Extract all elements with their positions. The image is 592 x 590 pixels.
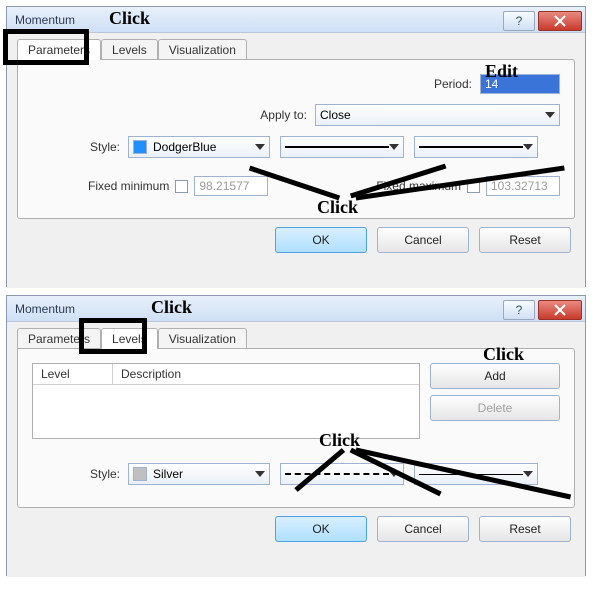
- momentum-dialog-levels: Momentum Click Click Click Parameters Le…: [6, 295, 586, 576]
- apply-to-select[interactable]: Close: [315, 104, 560, 126]
- apply-to-value: Close: [320, 108, 351, 122]
- dialog-title: Momentum: [15, 302, 503, 316]
- delete-button[interactable]: Delete: [430, 395, 560, 421]
- tab-visualization[interactable]: Visualization: [158, 39, 247, 60]
- dialog-buttons: OK Cancel Reset: [17, 219, 575, 257]
- momentum-dialog-parameters: Momentum Click Edit Click Parameters Lev…: [6, 6, 586, 287]
- tabstrip: Parameters Levels Visualization: [17, 39, 575, 60]
- line-width-select[interactable]: [414, 463, 538, 485]
- line-width-preview: [419, 474, 523, 475]
- line-width-select[interactable]: [414, 136, 538, 158]
- fixed-maximum-input[interactable]: [486, 176, 560, 196]
- fixed-minimum-label: Fixed minimum: [88, 179, 169, 193]
- chevron-down-icon: [389, 144, 399, 150]
- col-description: Description: [113, 364, 419, 384]
- help-button[interactable]: [503, 11, 535, 31]
- fixed-maximum-label: Fixed maximum: [376, 179, 461, 193]
- tab-levels[interactable]: Levels: [101, 39, 158, 60]
- color-swatch: [133, 467, 147, 481]
- style-color-select[interactable]: Silver: [128, 463, 270, 485]
- reset-button[interactable]: Reset: [479, 227, 571, 253]
- chevron-down-icon: [523, 471, 533, 477]
- ok-button[interactable]: OK: [275, 227, 367, 253]
- style-label: Style:: [32, 467, 128, 481]
- close-button[interactable]: [538, 300, 582, 320]
- titlebar[interactable]: Momentum: [7, 7, 585, 33]
- color-swatch: [133, 140, 147, 154]
- levels-table[interactable]: Level Description: [32, 363, 420, 439]
- close-button[interactable]: [538, 11, 582, 31]
- tab-parameters[interactable]: Parameters: [17, 39, 101, 60]
- levels-panel: Level Description Add Delete Style: Silv…: [17, 348, 575, 508]
- chevron-down-icon: [523, 144, 533, 150]
- period-label: Period:: [434, 77, 480, 91]
- period-input[interactable]: [480, 74, 560, 94]
- reset-button[interactable]: Reset: [479, 516, 571, 542]
- titlebar[interactable]: Momentum: [7, 296, 585, 322]
- help-button[interactable]: [503, 300, 535, 320]
- style-color-select[interactable]: DodgerBlue: [128, 136, 270, 158]
- line-style-preview: [285, 473, 389, 475]
- style-color-value: Silver: [153, 467, 183, 481]
- line-style-select[interactable]: [280, 136, 404, 158]
- fixed-minimum-input[interactable]: [194, 176, 268, 196]
- style-label: Style:: [32, 140, 128, 154]
- dialog-title: Momentum: [15, 13, 503, 27]
- chevron-down-icon: [255, 144, 265, 150]
- levels-side-buttons: Add Delete: [430, 363, 560, 427]
- tab-visualization[interactable]: Visualization: [158, 328, 247, 349]
- tabstrip: Parameters Levels Visualization: [17, 328, 575, 349]
- dialog-buttons: OK Cancel Reset: [17, 508, 575, 546]
- tab-levels[interactable]: Levels: [101, 328, 158, 349]
- fixed-minimum-checkbox[interactable]: [175, 180, 188, 193]
- cancel-button[interactable]: Cancel: [377, 516, 469, 542]
- line-width-preview: [419, 146, 523, 148]
- chevron-down-icon: [255, 471, 265, 477]
- parameters-panel: Period: Apply to: Close Style: DodgerBlu…: [17, 59, 575, 219]
- line-style-select[interactable]: [280, 463, 404, 485]
- chevron-down-icon: [545, 112, 555, 118]
- col-level: Level: [33, 364, 113, 384]
- fixed-maximum-checkbox[interactable]: [467, 180, 480, 193]
- ok-button[interactable]: OK: [275, 516, 367, 542]
- line-style-preview: [285, 146, 389, 148]
- tab-parameters[interactable]: Parameters: [17, 328, 101, 349]
- chevron-down-icon: [389, 471, 399, 477]
- cancel-button[interactable]: Cancel: [377, 227, 469, 253]
- apply-to-label: Apply to:: [260, 108, 315, 122]
- style-color-value: DodgerBlue: [153, 140, 216, 154]
- add-button[interactable]: Add: [430, 363, 560, 389]
